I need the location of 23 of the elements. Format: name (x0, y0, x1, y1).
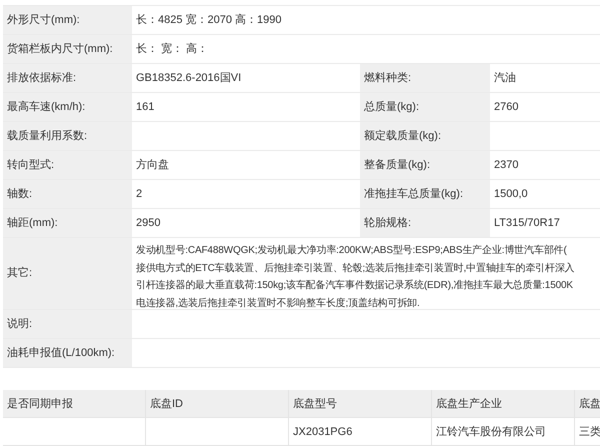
spec-label: 最高车速(km/h): (3, 93, 132, 122)
spec-label: 排放依据标准: (3, 64, 132, 93)
spec-label: 轴距(mm): (3, 209, 132, 238)
column-header: 是否同期申报 (3, 390, 146, 418)
spec-label: 转向型式: (3, 151, 132, 180)
spec-label: 整备质量(kg): (360, 151, 490, 180)
spec-label: 总质量(kg): (360, 93, 490, 122)
table-cell: JX2031PG6 (289, 418, 432, 446)
spec-label: 说明: (3, 310, 132, 339)
column-header: 底盘ID (146, 390, 289, 418)
column-header: 底盘型号 (289, 390, 432, 418)
spec-label: 外形尺寸(mm): (3, 6, 132, 35)
spec-label: 燃料种类: (360, 64, 490, 93)
spec-label: 额定载质量(kg): (360, 122, 490, 151)
spec-label: 其它: (3, 238, 132, 310)
column-header: 底盘生产企业 (432, 390, 575, 418)
spec-label: 货箱栏板内尺寸(mm): (3, 35, 132, 64)
spec-label: 轮胎规格: (360, 209, 490, 238)
spec-label: 载质量利用系数: (3, 122, 132, 151)
spec-label: 轴数: (3, 180, 132, 209)
spec-label: 油耗申报值(L/100km): (3, 339, 132, 368)
table-cell: 江铃汽车股份有限公司 (432, 418, 575, 446)
spec-label: 准拖挂车总质量(kg): (360, 180, 490, 209)
